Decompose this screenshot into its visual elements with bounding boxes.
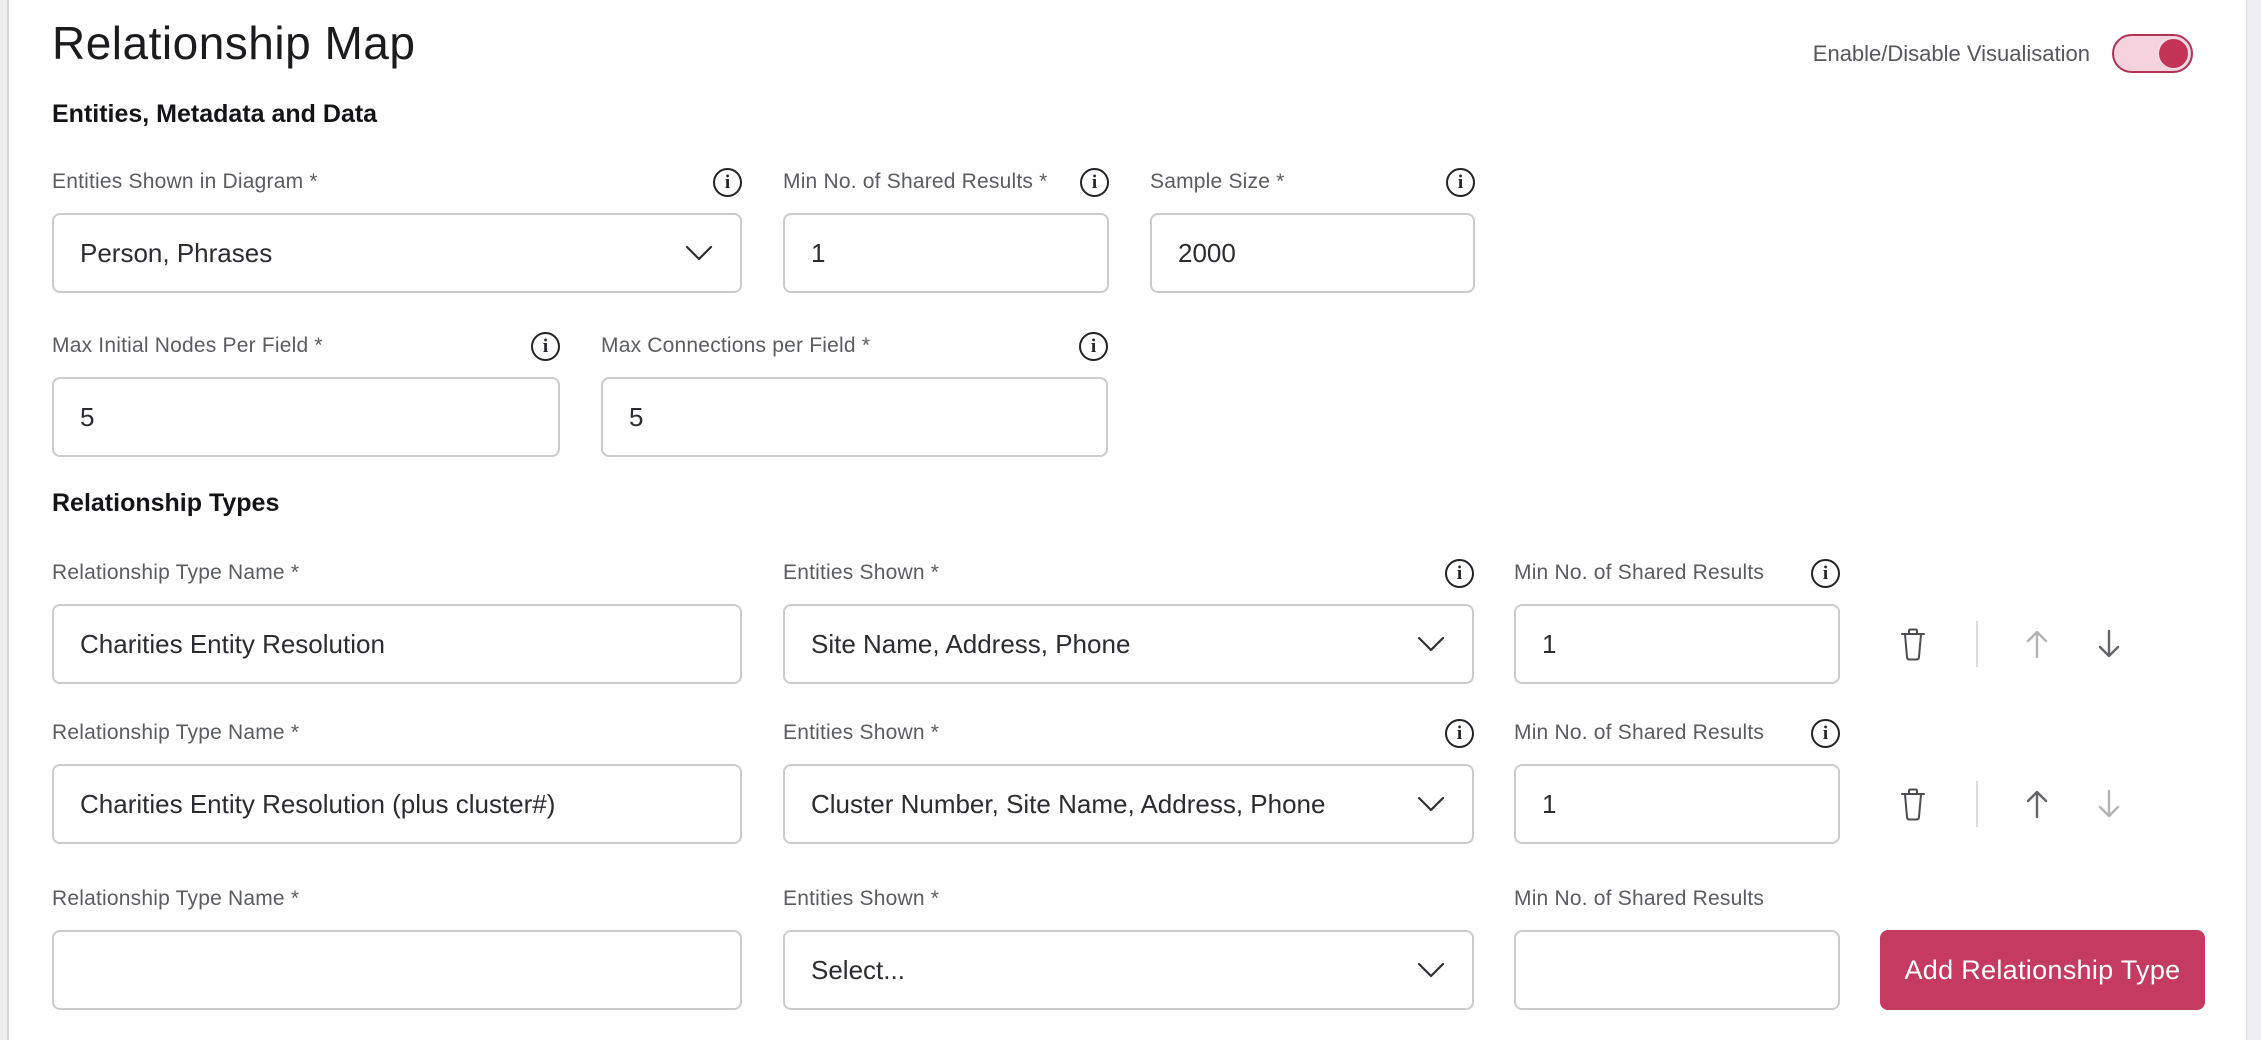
select-placeholder: Select... — [811, 955, 905, 986]
arrow-up-icon[interactable] — [2022, 628, 2052, 660]
select-value: Site Name, Address, Phone — [811, 629, 1130, 660]
max-initial-nodes-input[interactable] — [52, 377, 560, 457]
trash-icon[interactable] — [1898, 626, 1928, 662]
field-label: Entities Shown * — [783, 887, 939, 911]
field-entities-shown: Entities Shown * Select... — [783, 884, 1474, 1010]
info-icon[interactable]: i — [1811, 559, 1840, 588]
field-label: Entities Shown in Diagram * — [52, 170, 318, 194]
min-shared-results-input[interactable] — [1514, 764, 1840, 844]
entities-shown-in-diagram-select[interactable]: Person, Phrases — [52, 213, 742, 293]
field-max-connections: Max Connections per Field * i — [601, 331, 1108, 457]
max-connections-input[interactable] — [601, 377, 1108, 457]
entities-shown-select[interactable]: Site Name, Address, Phone — [783, 604, 1474, 684]
field-label: Entities Shown * — [783, 561, 939, 585]
info-icon[interactable]: i — [1445, 719, 1474, 748]
entities-metadata-row-1: Entities Shown in Diagram * i Person, Ph… — [52, 167, 2212, 293]
info-icon[interactable]: i — [1446, 168, 1475, 197]
field-label: Max Initial Nodes Per Field * — [52, 334, 323, 358]
chevron-down-icon — [684, 244, 714, 262]
field-label: Relationship Type Name * — [52, 561, 299, 585]
field-label: Min No. of Shared Results * — [783, 170, 1048, 194]
sample-size-input[interactable] — [1150, 213, 1475, 293]
field-entities-shown: Entities Shown * i Cluster Number, Site … — [783, 718, 1474, 844]
arrow-down-icon[interactable] — [2094, 788, 2124, 820]
field-label: Max Connections per Field * — [601, 334, 870, 358]
section-heading-relationship-types: Relationship Types — [52, 489, 2212, 518]
min-shared-results-input[interactable] — [1514, 604, 1840, 684]
min-shared-results-input[interactable] — [1514, 930, 1840, 1010]
icons-divider — [1976, 621, 1978, 667]
info-icon[interactable]: i — [713, 168, 742, 197]
field-label: Min No. of Shared Results — [1514, 721, 1764, 745]
row-action-icons — [1898, 604, 2124, 684]
chevron-down-icon — [1416, 635, 1446, 653]
left-panel-edge — [0, 0, 9, 1040]
field-label: Min No. of Shared Results — [1514, 887, 1764, 911]
entities-shown-select[interactable]: Select... — [783, 930, 1474, 1010]
relationship-type-name-input[interactable] — [52, 764, 742, 844]
entities-shown-select[interactable]: Cluster Number, Site Name, Address, Phon… — [783, 764, 1474, 844]
info-icon[interactable]: i — [531, 332, 560, 361]
field-entities-shown: Entities Shown * i Site Name, Address, P… — [783, 558, 1474, 684]
min-shared-results-input[interactable] — [783, 213, 1109, 293]
page-title: Relationship Map — [52, 16, 2212, 70]
relationship-type-row-2: Relationship Type Name * Entities Shown … — [52, 718, 2212, 844]
field-entities-shown-in-diagram: Entities Shown in Diagram * i Person, Ph… — [52, 167, 742, 293]
entities-metadata-row-2: Max Initial Nodes Per Field * i Max Conn… — [52, 331, 2212, 457]
field-min-shared-results: Min No. of Shared Results * i — [783, 167, 1109, 293]
section-heading-entities: Entities, Metadata and Data — [52, 100, 2212, 129]
info-icon[interactable]: i — [1079, 332, 1108, 361]
chevron-down-icon — [1416, 961, 1446, 979]
relationship-type-row-1: Relationship Type Name * Entities Shown … — [52, 558, 2212, 684]
trash-icon[interactable] — [1898, 786, 1928, 822]
field-relationship-type-name: Relationship Type Name * — [52, 558, 742, 684]
icons-divider — [1976, 781, 1978, 827]
field-label: Entities Shown * — [783, 721, 939, 745]
arrow-up-icon[interactable] — [2022, 788, 2052, 820]
field-label: Sample Size * — [1150, 170, 1285, 194]
info-icon[interactable]: i — [1445, 559, 1474, 588]
field-min-shared-results: Min No. of Shared Results i — [1514, 558, 1840, 684]
select-value: Cluster Number, Site Name, Address, Phon… — [811, 789, 1325, 820]
relationship-type-name-input[interactable] — [52, 930, 742, 1010]
field-relationship-type-name: Relationship Type Name * — [52, 884, 742, 1010]
field-relationship-type-name: Relationship Type Name * — [52, 718, 742, 844]
info-icon[interactable]: i — [1080, 168, 1109, 197]
field-max-initial-nodes: Max Initial Nodes Per Field * i — [52, 331, 560, 457]
field-min-shared-results: Min No. of Shared Results — [1514, 884, 1840, 1010]
select-value: Person, Phrases — [80, 238, 272, 269]
field-label: Min No. of Shared Results — [1514, 561, 1764, 585]
info-icon[interactable]: i — [1811, 719, 1840, 748]
vertical-scrollbar[interactable] — [2246, 0, 2261, 1040]
arrow-down-icon[interactable] — [2094, 628, 2124, 660]
field-min-shared-results: Min No. of Shared Results i — [1514, 718, 1840, 844]
field-sample-size: Sample Size * i — [1150, 167, 1475, 293]
add-relationship-type-button[interactable]: Add Relationship Type — [1880, 930, 2205, 1010]
row-action-icons — [1898, 764, 2124, 844]
field-label: Relationship Type Name * — [52, 887, 299, 911]
relationship-type-name-input[interactable] — [52, 604, 742, 684]
relationship-type-row-new: Relationship Type Name * Entities Shown … — [52, 884, 2212, 1010]
chevron-down-icon — [1416, 795, 1446, 813]
field-label: Relationship Type Name * — [52, 721, 299, 745]
